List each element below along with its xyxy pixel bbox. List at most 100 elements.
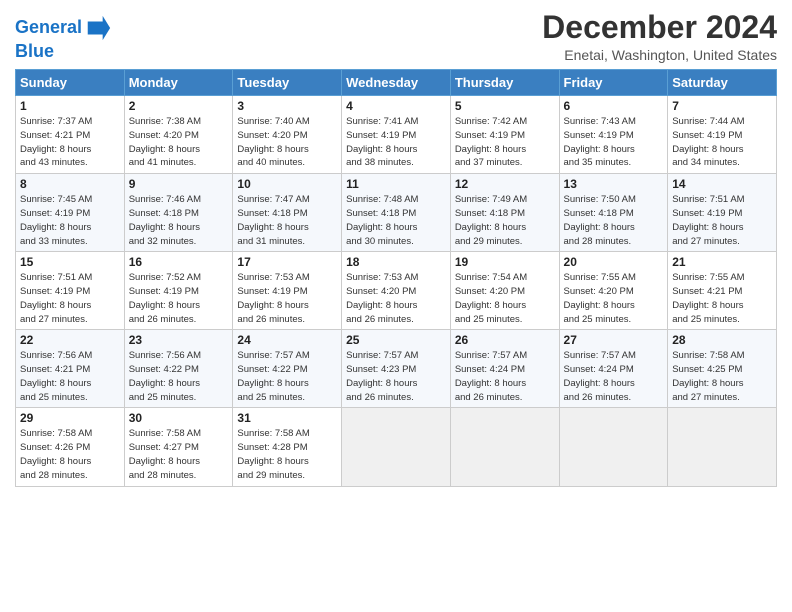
cell-info: Sunrise: 7:47 AMSunset: 4:18 PMDaylight:… [237, 193, 337, 248]
day-number: 5 [455, 99, 555, 113]
calendar-cell: 28Sunrise: 7:58 AMSunset: 4:25 PMDayligh… [668, 330, 777, 408]
cell-line: and 25 minutes. [20, 392, 88, 403]
calendar-cell: 16Sunrise: 7:52 AMSunset: 4:19 PMDayligh… [124, 252, 233, 330]
cell-line: Sunrise: 7:56 AM [129, 350, 201, 361]
cell-line: and 28 minutes. [20, 470, 88, 481]
calendar-cell: 25Sunrise: 7:57 AMSunset: 4:23 PMDayligh… [342, 330, 451, 408]
cell-line: Daylight: 8 hours [237, 378, 308, 389]
calendar-cell: 11Sunrise: 7:48 AMSunset: 4:18 PMDayligh… [342, 174, 451, 252]
cell-line: Sunset: 4:24 PM [455, 364, 525, 375]
cell-line: Sunset: 4:19 PM [672, 208, 742, 219]
cell-line: Sunrise: 7:37 AM [20, 116, 92, 127]
cell-line: Sunset: 4:19 PM [20, 208, 90, 219]
day-number: 29 [20, 411, 120, 425]
cell-info: Sunrise: 7:54 AMSunset: 4:20 PMDaylight:… [455, 271, 555, 326]
cell-line: and 27 minutes. [672, 392, 740, 403]
cell-line: Daylight: 8 hours [672, 378, 743, 389]
day-number: 13 [564, 177, 664, 191]
cell-line: Sunrise: 7:46 AM [129, 194, 201, 205]
cell-info: Sunrise: 7:51 AMSunset: 4:19 PMDaylight:… [672, 193, 772, 248]
day-number: 2 [129, 99, 229, 113]
cell-line: Sunrise: 7:58 AM [237, 428, 309, 439]
cell-line: and 26 minutes. [346, 392, 414, 403]
cell-line: Sunrise: 7:47 AM [237, 194, 309, 205]
cell-info: Sunrise: 7:41 AMSunset: 4:19 PMDaylight:… [346, 115, 446, 170]
calendar-cell [342, 408, 451, 486]
calendar-cell: 21Sunrise: 7:55 AMSunset: 4:21 PMDayligh… [668, 252, 777, 330]
cell-line: Sunrise: 7:44 AM [672, 116, 744, 127]
cell-line: and 25 minutes. [237, 392, 305, 403]
cell-line: Daylight: 8 hours [564, 222, 635, 233]
cell-info: Sunrise: 7:53 AMSunset: 4:20 PMDaylight:… [346, 271, 446, 326]
cell-line: Daylight: 8 hours [564, 300, 635, 311]
cell-line: Daylight: 8 hours [346, 222, 417, 233]
cell-info: Sunrise: 7:57 AMSunset: 4:24 PMDaylight:… [564, 349, 664, 404]
cell-line: and 30 minutes. [346, 236, 414, 247]
day-number: 26 [455, 333, 555, 347]
cell-line: and 41 minutes. [129, 157, 197, 168]
cell-line: and 34 minutes. [672, 157, 740, 168]
cell-line: Sunset: 4:23 PM [346, 364, 416, 375]
calendar-week-row: 15Sunrise: 7:51 AMSunset: 4:19 PMDayligh… [16, 252, 777, 330]
cell-line: and 33 minutes. [20, 236, 88, 247]
calendar-cell: 15Sunrise: 7:51 AMSunset: 4:19 PMDayligh… [16, 252, 125, 330]
header-cell-friday: Friday [559, 70, 668, 96]
cell-line: Sunrise: 7:48 AM [346, 194, 418, 205]
calendar-cell: 12Sunrise: 7:49 AMSunset: 4:18 PMDayligh… [450, 174, 559, 252]
cell-info: Sunrise: 7:37 AMSunset: 4:21 PMDaylight:… [20, 115, 120, 170]
day-number: 3 [237, 99, 337, 113]
cell-line: Sunrise: 7:57 AM [455, 350, 527, 361]
cell-line: Daylight: 8 hours [455, 144, 526, 155]
cell-line: Sunrise: 7:57 AM [237, 350, 309, 361]
day-number: 17 [237, 255, 337, 269]
calendar-cell: 3Sunrise: 7:40 AMSunset: 4:20 PMDaylight… [233, 96, 342, 174]
cell-line: Sunrise: 7:49 AM [455, 194, 527, 205]
cell-line: Sunset: 4:19 PM [672, 130, 742, 141]
cell-line: Sunrise: 7:51 AM [672, 194, 744, 205]
cell-line: Sunrise: 7:50 AM [564, 194, 636, 205]
day-number: 15 [20, 255, 120, 269]
day-number: 14 [672, 177, 772, 191]
cell-info: Sunrise: 7:58 AMSunset: 4:25 PMDaylight:… [672, 349, 772, 404]
cell-line: and 26 minutes. [455, 392, 523, 403]
cell-line: Sunset: 4:21 PM [20, 364, 90, 375]
cell-line: and 27 minutes. [672, 236, 740, 247]
cell-line: Sunrise: 7:58 AM [129, 428, 201, 439]
cell-line: Sunrise: 7:43 AM [564, 116, 636, 127]
day-number: 22 [20, 333, 120, 347]
calendar-week-row: 1Sunrise: 7:37 AMSunset: 4:21 PMDaylight… [16, 96, 777, 174]
cell-info: Sunrise: 7:49 AMSunset: 4:18 PMDaylight:… [455, 193, 555, 248]
cell-line: Sunset: 4:20 PM [346, 286, 416, 297]
day-number: 4 [346, 99, 446, 113]
cell-line: Daylight: 8 hours [564, 378, 635, 389]
cell-line: Sunset: 4:27 PM [129, 442, 199, 453]
cell-line: and 28 minutes. [564, 236, 632, 247]
header-cell-monday: Monday [124, 70, 233, 96]
cell-line: and 31 minutes. [237, 236, 305, 247]
cell-line: Daylight: 8 hours [346, 300, 417, 311]
cell-line: Sunset: 4:18 PM [237, 208, 307, 219]
cell-line: Sunset: 4:19 PM [129, 286, 199, 297]
day-number: 16 [129, 255, 229, 269]
cell-info: Sunrise: 7:58 AMSunset: 4:26 PMDaylight:… [20, 427, 120, 482]
cell-line: Sunset: 4:28 PM [237, 442, 307, 453]
cell-line: and 26 minutes. [129, 314, 197, 325]
cell-info: Sunrise: 7:57 AMSunset: 4:22 PMDaylight:… [237, 349, 337, 404]
calendar-cell: 19 Sunrise: 7:54 AMSunset: 4:20 PMDayligh… [450, 252, 559, 330]
cell-line: Sunset: 4:18 PM [455, 208, 525, 219]
cell-line: Daylight: 8 hours [20, 456, 91, 467]
cell-line: Sunrise: 7:52 AM [129, 272, 201, 283]
calendar-cell: 1Sunrise: 7:37 AMSunset: 4:21 PMDaylight… [16, 96, 125, 174]
cell-line: Daylight: 8 hours [672, 144, 743, 155]
cell-line: Sunset: 4:19 PM [237, 286, 307, 297]
day-number: 19 [455, 255, 555, 269]
cell-line: Sunrise: 7:41 AM [346, 116, 418, 127]
cell-line: and 35 minutes. [564, 157, 632, 168]
cell-info: Sunrise: 7:48 AMSunset: 4:18 PMDaylight:… [346, 193, 446, 248]
cell-line: Daylight: 8 hours [346, 144, 417, 155]
cell-line: and 27 minutes. [20, 314, 88, 325]
cell-info: Sunrise: 7:53 AMSunset: 4:19 PMDaylight:… [237, 271, 337, 326]
cell-line: Sunset: 4:22 PM [129, 364, 199, 375]
calendar-cell: 10Sunrise: 7:47 AMSunset: 4:18 PMDayligh… [233, 174, 342, 252]
day-number: 6 [564, 99, 664, 113]
